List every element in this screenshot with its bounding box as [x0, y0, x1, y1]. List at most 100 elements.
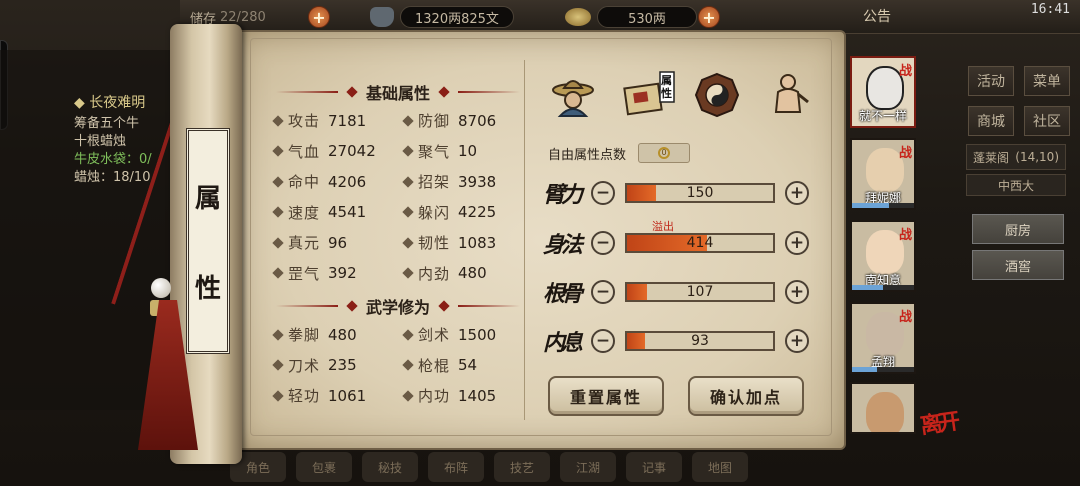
free-points-row: 自由属性点数 0: [548, 143, 691, 163]
stat-entry: 内劲 480: [402, 263, 487, 284]
stat-value: 3938: [458, 172, 497, 191]
stat-name: 躲闪: [418, 203, 451, 222]
stat-name: 命中: [288, 173, 321, 191]
member-name: 就不一样: [858, 109, 907, 123]
stat-bullet-icon: [402, 359, 414, 371]
scroll-char: 性: [194, 273, 221, 304]
copper-money: 1320两825文: [370, 6, 514, 28]
minus-button[interactable]: −: [591, 231, 615, 255]
stat-bullet-icon: [272, 359, 284, 371]
add-silver-button[interactable]: +: [698, 6, 720, 28]
activity-button[interactable]: 活动: [968, 66, 1014, 96]
menu-button[interactable]: 菜单: [1024, 66, 1070, 96]
stat-entry: 拳脚 480: [272, 324, 357, 345]
stat-value: 1500: [458, 325, 497, 344]
attribute-name: 臂力: [543, 182, 583, 208]
stat-entry: 轻功 1061: [272, 385, 366, 406]
attribute-bar[interactable]: 414: [625, 233, 775, 253]
sub-location[interactable]: 中西大: [966, 174, 1066, 196]
leave-button[interactable]: 离开: [918, 404, 958, 441]
free-points-value: 0: [658, 147, 671, 159]
stat-entry: 韧性 1083: [402, 232, 497, 253]
stat-bullet-icon: [272, 145, 284, 157]
attribute-bar[interactable]: 107: [625, 282, 775, 302]
stat-value: 392: [328, 264, 357, 282]
stat-bullet-icon: [402, 175, 414, 188]
notice-button[interactable]: 公告: [863, 6, 891, 26]
status-time: 16:41: [1030, 2, 1070, 17]
attribute-name: 身法: [543, 232, 583, 258]
stat-name: 招架: [418, 173, 451, 191]
member-exp-bar: [852, 203, 914, 208]
room-kitchen-button[interactable]: 厨房: [972, 214, 1064, 244]
martial-attributes-title: 武学修为: [276, 294, 521, 318]
tab-bagua[interactable]: [692, 70, 742, 120]
title-diamond: [346, 86, 358, 98]
stat-entry: 枪棍 54: [402, 355, 477, 376]
right-menu: 活动 菜单 商城 社区 蓬莱阁 (14,10) 中西大 厨房 酒窖: [940, 40, 1080, 480]
stat-value: 480: [328, 325, 357, 344]
attribute-row: 根骨 − 107 +: [543, 277, 809, 307]
stat-bullet-icon: [272, 328, 284, 341]
minus-button[interactable]: −: [591, 181, 615, 205]
bottom-tab[interactable]: 记事: [626, 452, 682, 482]
tab-character[interactable]: [548, 70, 598, 120]
community-button[interactable]: 社区: [1024, 106, 1070, 136]
reset-attributes-button[interactable]: 重置属性: [548, 376, 664, 416]
title-ornament: [276, 305, 338, 307]
stat-value: 1405: [458, 386, 497, 405]
team-member-portrait[interactable]: 战就不一样: [850, 56, 916, 128]
silver-value: 530两: [597, 6, 697, 28]
top-resource-bar: 储存 22/280 + 1320两825文 530两 +: [180, 0, 1080, 34]
minus-button[interactable]: −: [591, 329, 615, 353]
attribute-bar[interactable]: 93: [625, 331, 775, 351]
stat-bullet-icon: [272, 206, 284, 218]
tab-meridian[interactable]: [764, 70, 814, 120]
add-storage-button[interactable]: +: [308, 6, 330, 28]
bottom-tab[interactable]: 地图: [692, 452, 748, 482]
stat-value: 1083: [458, 233, 497, 252]
stat-entry: 招架 3938: [402, 171, 497, 192]
plus-button[interactable]: +: [785, 280, 809, 304]
team-member-portrait[interactable]: 战南知意: [850, 220, 916, 292]
attribute-row: 臂力 − 150 +: [543, 178, 809, 208]
confirm-points-button[interactable]: 确认加点: [688, 376, 804, 416]
title-diamond: [346, 300, 358, 312]
stat-value: 27042: [328, 142, 376, 160]
scroll-title-plaque: 属 性: [186, 128, 230, 354]
stat-entry: 剑术 1500: [402, 324, 497, 345]
attribute-row: 内息 − 93 +: [543, 326, 809, 356]
tab-attributes[interactable]: 属性: [620, 70, 676, 120]
team-member-portrait[interactable]: [850, 382, 916, 434]
bottom-tab[interactable]: 技艺: [494, 452, 550, 482]
bottom-tab[interactable]: 秘技: [362, 452, 418, 482]
shop-button[interactable]: 商城: [968, 106, 1014, 136]
minus-button[interactable]: −: [591, 280, 615, 304]
bottom-tab[interactable]: 布阵: [428, 452, 484, 482]
stat-name: 防御: [418, 112, 451, 130]
free-points-box: 0: [638, 143, 691, 163]
copper-value: 1320两825文: [400, 6, 514, 28]
room-cellar-button[interactable]: 酒窖: [972, 250, 1064, 280]
team-member-portrait[interactable]: 战孟翔: [850, 302, 916, 374]
plus-button[interactable]: +: [785, 329, 809, 353]
stat-name: 刀术: [288, 356, 321, 375]
title-ornament: [276, 91, 338, 93]
stat-bullet-icon: [272, 267, 284, 279]
member-exp-bar: [852, 367, 914, 372]
stat-bullet-icon: [272, 236, 284, 249]
location-indicator[interactable]: 蓬莱阁 (14,10): [966, 144, 1066, 170]
bottom-tab[interactable]: 包裹: [296, 452, 352, 482]
plus-button[interactable]: +: [785, 231, 809, 255]
team-member-portrait[interactable]: 战拜妮娜: [850, 138, 916, 210]
stat-entry: 内功 1405: [402, 385, 497, 406]
bottom-tab[interactable]: 江湖: [560, 452, 616, 482]
stat-name: 真元: [288, 234, 321, 252]
location-name: 蓬莱阁: [973, 150, 1010, 165]
attribute-bar[interactable]: 150: [625, 183, 775, 203]
stat-entry: 攻击 7181: [272, 110, 366, 131]
plus-button[interactable]: +: [785, 181, 809, 205]
stat-entry: 罡气 392: [272, 263, 357, 284]
stat-entry: 刀术 235: [272, 355, 357, 376]
panel-divider: [524, 60, 525, 420]
